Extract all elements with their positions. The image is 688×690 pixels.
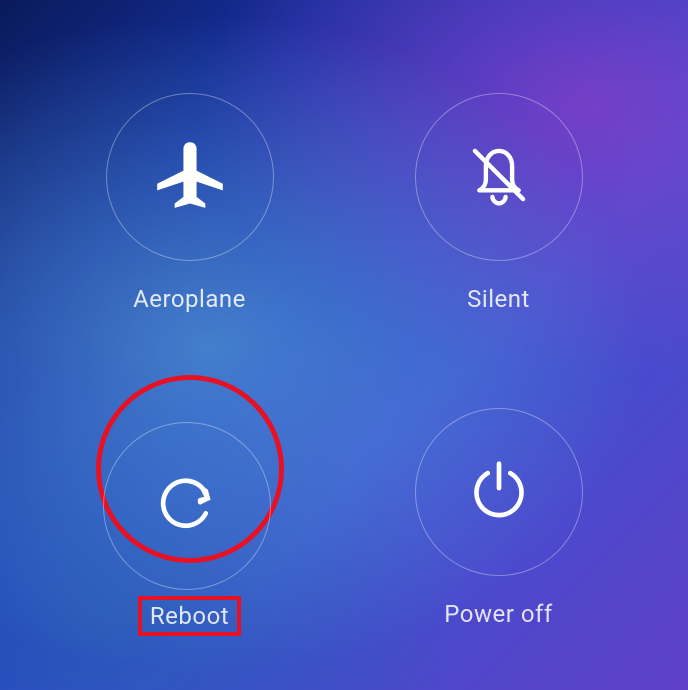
power-icon bbox=[469, 460, 529, 524]
power-off-label: Power off bbox=[444, 600, 552, 628]
restart-icon bbox=[157, 474, 217, 538]
power-menu-grid: Aeroplane Silent bbox=[0, 0, 688, 690]
aeroplane-mode-option: Aeroplane bbox=[40, 70, 339, 335]
bell-slash-icon bbox=[464, 140, 534, 214]
silent-button[interactable] bbox=[415, 93, 583, 261]
silent-mode-option: Silent bbox=[349, 70, 648, 335]
aeroplane-button[interactable] bbox=[106, 93, 274, 261]
airplane-icon bbox=[155, 140, 225, 214]
reboot-label: Reboot bbox=[150, 602, 229, 630]
reboot-button[interactable] bbox=[103, 422, 271, 590]
annotation-box: Reboot bbox=[138, 596, 241, 636]
power-off-option: Power off bbox=[349, 385, 648, 650]
aeroplane-label: Aeroplane bbox=[133, 285, 246, 313]
power-off-button[interactable] bbox=[415, 408, 583, 576]
silent-label: Silent bbox=[467, 285, 530, 313]
reboot-option: Reboot bbox=[40, 385, 339, 650]
